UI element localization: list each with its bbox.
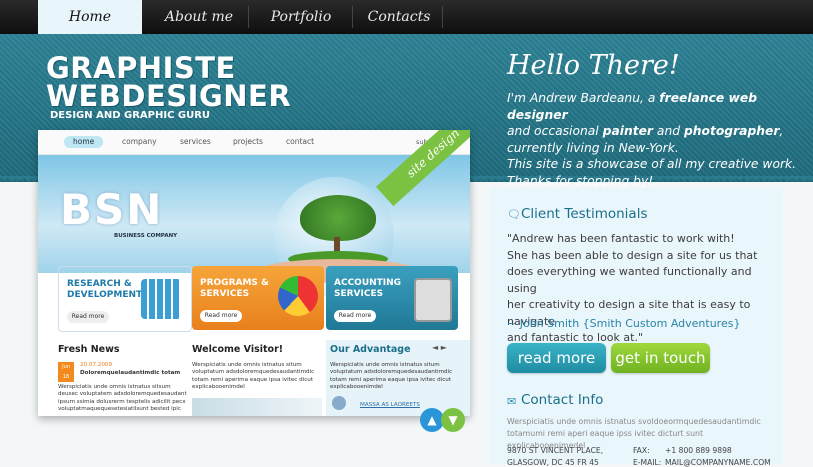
nav-divider xyxy=(248,6,249,28)
email-label: E-MAIL: xyxy=(633,458,662,467)
preview-box-programs: PROGRAMS & SERVICES Read more xyxy=(192,266,324,330)
advantage-heading: Our Advantage xyxy=(330,344,411,355)
nav-divider xyxy=(352,6,353,28)
team-photo xyxy=(192,398,322,416)
preview-box-accounting: ACCOUNTING SERVICES Read more xyxy=(326,266,458,330)
date-badge: Jun 18 xyxy=(58,362,74,382)
get-in-touch-button[interactable]: get in touch xyxy=(611,343,710,373)
preview-nav-home: home xyxy=(64,136,104,148)
welcome-text: Werspiciatis unde omnis istnatus situm v… xyxy=(192,362,315,390)
preview-hero-subtitle: BUSINESS COMPANY xyxy=(114,233,178,239)
box-title: ACCOUNTING SERVICES xyxy=(334,278,402,299)
preview-nav-projects: projects xyxy=(233,137,263,146)
address-line-1: 9870 ST VINCENT PLACE, xyxy=(507,446,604,455)
email-address[interactable]: MAIL@COMPANYNAME.COM xyxy=(665,458,771,467)
advantage-text: Werspiciatis unde omnis istnatus situm v… xyxy=(330,362,453,390)
intro-text: I'm Andrew Bardeanu, a freelance web des… xyxy=(507,91,797,188)
welcome-heading: Welcome Visitor! xyxy=(192,344,284,355)
slider-arrows-icon: ◄ ► xyxy=(432,343,447,352)
nav-divider xyxy=(442,6,443,28)
address-line-2: GLASGOW, DC 45 FR 45 xyxy=(507,458,599,467)
portfolio-preview[interactable]: home company services projects contact s… xyxy=(38,130,470,416)
top-nav: Home About me Portfolio Contacts xyxy=(0,0,813,34)
logo-line-2[interactable]: WEBDESIGNER xyxy=(46,80,291,112)
nav-portfolio[interactable]: Portfolio xyxy=(252,0,350,34)
tree-image xyxy=(300,195,376,241)
preview-box-research: RESEARCH & DEVELOPMENT Read more xyxy=(58,266,192,332)
hello-heading: Hello There! xyxy=(507,50,680,81)
calculator-icon xyxy=(414,278,452,322)
fresh-news-heading: Fresh News xyxy=(58,344,120,355)
globe-icon xyxy=(332,396,346,410)
preview-nav-contact: contact xyxy=(286,137,315,146)
envelope-icon: ✉ xyxy=(507,395,517,408)
read-more-button[interactable]: read more xyxy=(507,343,606,373)
speech-bubble-icon: 🗨 xyxy=(507,208,521,221)
preview-nav-services: services xyxy=(180,137,211,146)
pie-chart-icon xyxy=(278,276,318,316)
logo-tagline: DESIGN AND GRAPHIC GURU xyxy=(50,110,211,121)
testimonials-heading: Client Testimonials xyxy=(521,206,648,222)
advantage-link: MASSA AS LAOREETS xyxy=(360,402,420,408)
nav-contacts[interactable]: Contacts xyxy=(356,0,442,34)
box-title: RESEARCH & DEVELOPMENT xyxy=(67,279,143,300)
box-read-more: Read more xyxy=(67,311,109,323)
preview-hero-title: BSN xyxy=(60,185,164,234)
nav-about-me[interactable]: About me xyxy=(150,0,248,34)
testimonial-author: ~ John Smith {Smith Custom Adventures} xyxy=(507,317,741,330)
box-read-more: Read more xyxy=(200,310,242,322)
news-text: Werspiciatis unde omnis istnatus sitsum … xyxy=(58,384,187,412)
gears-icon xyxy=(141,279,181,319)
fax-number: +1 800 889 9898 xyxy=(665,446,732,455)
nav-home[interactable]: Home xyxy=(38,0,142,34)
box-title: PROGRAMS & SERVICES xyxy=(200,278,269,299)
news-headline: Doloremquelaudantimdic totam xyxy=(80,370,181,376)
news-date: 20.07.2009 xyxy=(80,362,113,368)
preview-nav-company: company xyxy=(122,137,157,146)
scroll-down-button[interactable]: ▼ xyxy=(441,408,465,432)
box-read-more: Read more xyxy=(334,310,376,322)
fax-label: FAX: xyxy=(633,446,650,455)
preview-nav: home company services projects contact s… xyxy=(38,130,470,155)
contact-heading: Contact Info xyxy=(521,392,604,408)
